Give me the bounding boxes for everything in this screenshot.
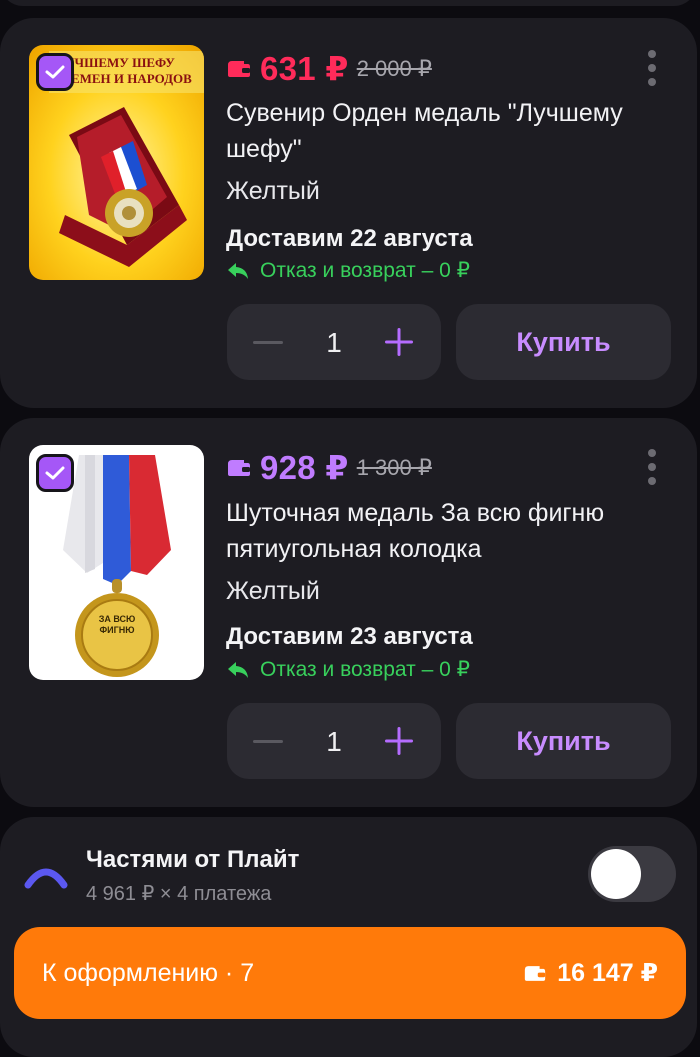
old-price: 1 300 ₽	[356, 454, 432, 480]
plus-icon[interactable]	[383, 326, 415, 358]
wallet-icon	[228, 60, 250, 77]
delivery-date: Доставим 22 августа	[226, 225, 473, 252]
more-dot	[648, 78, 656, 86]
delivery-date: Доставим 23 августа	[226, 623, 473, 650]
more-vertical-icon	[648, 50, 656, 58]
product-color: Желтый	[226, 177, 320, 205]
current-price: 631 ₽	[260, 50, 349, 87]
quantity-stepper: 1	[227, 703, 441, 779]
buy-button[interactable]: Купить	[456, 304, 671, 380]
item-select-checkbox[interactable]	[36, 454, 74, 492]
return-arrow-icon	[228, 661, 248, 678]
checkout-label: К оформлению · 7	[42, 958, 255, 987]
returns-text: Отказ и возврат – 0 ₽	[260, 259, 470, 282]
checkmark-icon	[45, 65, 65, 79]
return-arrow-icon	[228, 262, 248, 279]
old-price: 2 000 ₽	[356, 55, 432, 81]
product-title-line: шефу"	[226, 135, 302, 163]
more-dot	[648, 463, 656, 471]
returns-info: Отказ и возврат – 0 ₽	[226, 657, 470, 682]
checkout-button[interactable]: К оформлению · 7 16 147 ₽	[14, 927, 686, 1019]
installments-title: Частями от Плайт	[86, 846, 300, 873]
more-dot	[648, 477, 656, 485]
product-title-line: пятиугольная колодка	[226, 535, 482, 563]
price-row: 928 ₽ 1 300 ₽	[226, 448, 432, 487]
toggle-knob	[591, 849, 641, 899]
fun-medal-text: ЗА ВСЮ ФИГНЮ	[98, 614, 136, 635]
product-title[interactable]: Сувенир Орден медаль "Лучшему шефу"	[226, 95, 666, 167]
checkmark-icon	[45, 466, 65, 480]
more-options-button[interactable]	[644, 50, 660, 86]
chef-medal-banner-line1: УЧШЕМУ ШЕФУ	[65, 55, 175, 70]
returns-text: Отказ и возврат – 0 ₽	[260, 658, 470, 681]
wallet-icon	[525, 965, 546, 981]
more-options-button[interactable]	[644, 449, 660, 485]
wallet-icon	[228, 459, 250, 476]
checkout-total: 16 147 ₽	[523, 958, 658, 988]
plus-icon[interactable]	[383, 725, 415, 757]
item-select-checkbox[interactable]	[36, 53, 74, 91]
quantity-stepper: 1	[227, 304, 441, 380]
more-vertical-icon	[648, 449, 656, 457]
installments-toggle[interactable]	[588, 846, 676, 902]
product-title-line: Сувенир Орден медаль "Лучшему	[226, 99, 623, 127]
chef-medal-banner-line2: РЕМЕН И НАРОДОВ	[63, 71, 192, 86]
buy-button[interactable]: Купить	[456, 703, 671, 779]
product-title-line: Шуточная медаль За всю фигню	[226, 499, 605, 527]
current-price: 928 ₽	[260, 449, 349, 486]
returns-info: Отказ и возврат – 0 ₽	[226, 258, 470, 283]
product-color: Желтый	[226, 577, 320, 605]
installments-subtitle: 4 961 ₽ × 4 платежа	[86, 883, 272, 905]
previous-item-card	[0, 0, 697, 6]
checkout-total-value: 16 147 ₽	[557, 959, 658, 987]
plait-logo-icon	[24, 868, 68, 889]
product-title[interactable]: Шуточная медаль За всю фигню пятиугольна…	[226, 495, 666, 567]
price-row: 631 ₽ 2 000 ₽	[226, 49, 432, 88]
more-dot	[648, 64, 656, 72]
